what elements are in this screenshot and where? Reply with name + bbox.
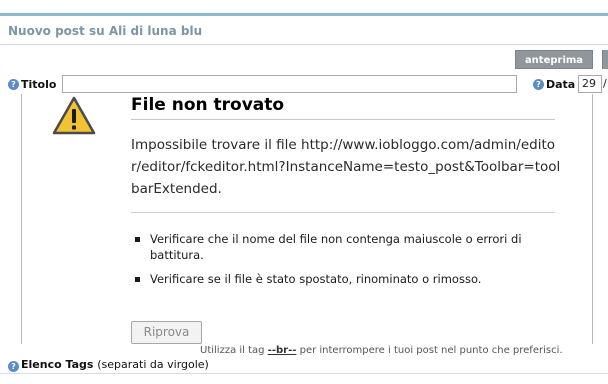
date-label: Data	[546, 78, 576, 91]
hint-tag: --br--	[267, 345, 297, 356]
error-title: File non trovato	[131, 95, 285, 115]
date-help-icon[interactable]: ?	[533, 79, 544, 90]
tags-label: Elenco Tags (separati da virgole)	[21, 358, 209, 371]
title-label: Titolo	[21, 78, 57, 91]
suggestion-item: Verificare se il file è stato spostato, …	[133, 271, 533, 287]
hint-prefix: Utilizza il tag	[200, 345, 265, 356]
error-message: Impossibile trovare il file http://www.i…	[131, 137, 561, 197]
editor-frame	[21, 94, 593, 344]
title-input[interactable]	[62, 75, 517, 93]
title-divider	[0, 44, 608, 45]
br-tag-hint: Utilizza il tag --br-- per interrompere …	[200, 345, 563, 356]
bottom-divider	[0, 373, 608, 374]
preview-button[interactable]: anteprima	[515, 50, 593, 69]
tags-label-text: Elenco Tags	[21, 358, 94, 371]
page-title: Nuovo post su Ali di luna blu	[8, 24, 203, 38]
error-message-divider	[131, 212, 555, 213]
error-title-divider	[131, 119, 555, 120]
suggestion-item: Verificare che il nome del file non cont…	[133, 231, 533, 263]
retry-button[interactable]: Riprova	[131, 321, 202, 344]
date-day-field[interactable]: 29	[578, 75, 602, 93]
date-separator: /	[603, 77, 607, 90]
tags-note: (separati da virgole)	[97, 358, 209, 371]
top-strip	[0, 0, 608, 16]
suggestion-list: Verificare che il nome del file non cont…	[133, 231, 533, 295]
warning-triangle-icon	[52, 96, 96, 135]
tags-help-icon[interactable]: ?	[8, 361, 19, 372]
next-button-edge[interactable]	[602, 50, 608, 69]
help-icon[interactable]: ?	[8, 79, 19, 90]
hint-suffix: per interrompere i tuoi post nel punto c…	[299, 345, 563, 356]
